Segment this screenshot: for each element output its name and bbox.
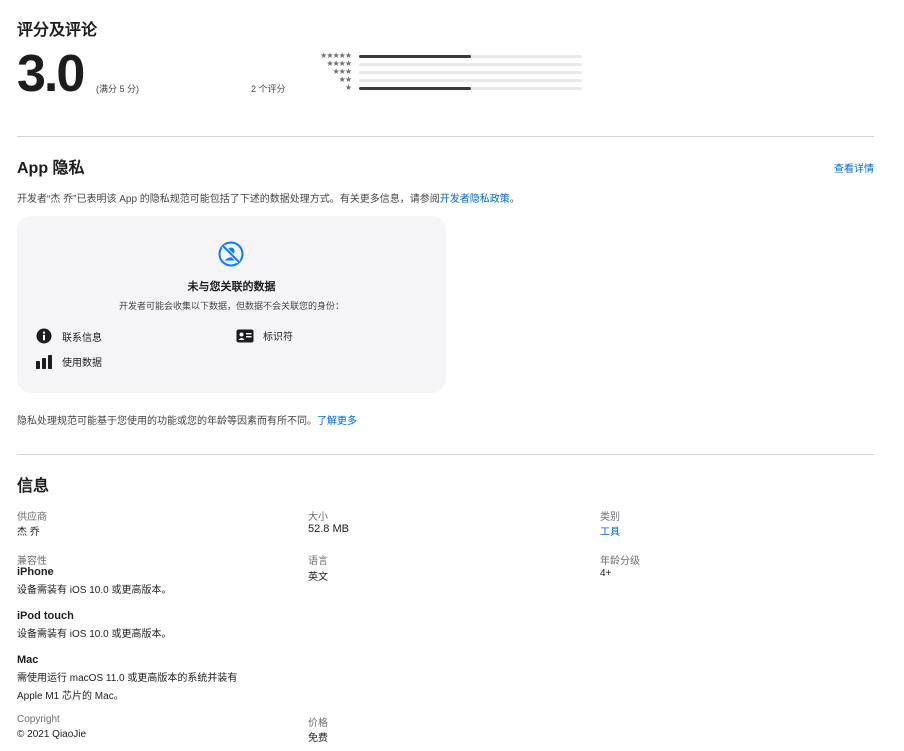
info-heading: 信息: [17, 478, 50, 495]
category-link[interactable]: 工具: [600, 523, 620, 538]
privacy-item-usage: 使用数据: [36, 354, 102, 369]
privacy-intro: 开发者“杰 乔”已表明该 App 的隐私规范可能包括了下述的数据处理方式。有关更…: [17, 190, 520, 205]
section-divider: [17, 454, 874, 455]
bar-chart-icon: [36, 354, 52, 369]
compat-requirement: 设备需装有 iOS 10.0 或更高版本。: [17, 585, 172, 596]
rating-bar: [359, 54, 582, 58]
privacy-heading: App 隐私: [17, 160, 85, 177]
privacy-details-link[interactable]: 查看详情: [834, 160, 874, 175]
privacy-item-label: 标识符: [263, 332, 293, 343]
rating-bar: [359, 78, 582, 82]
compat-requirement: 需使用运行 macOS 11.0 或更高版本的系统并装有: [17, 673, 238, 684]
price-label: 价格: [308, 718, 328, 729]
ratings-heading: 评分及评论: [17, 22, 98, 39]
star-rating-icons: ★: [344, 83, 352, 92]
privacy-footnote-text: 隐私处理规范可能基于您使用的功能或您的年龄等因素而有所不同。: [17, 416, 317, 427]
language-value: 英文: [308, 572, 328, 583]
rating-bar-fill: [359, 54, 471, 58]
rating-score: 3.0: [17, 45, 85, 103]
size-label: 大小: [308, 512, 328, 523]
privacy-card-title: 未与您关联的数据: [187, 281, 276, 293]
rating-histogram: ★★★★★ ★★★★ ★★★ ★★ ★: [303, 52, 593, 92]
privacy-intro-text: 开发者“杰 乔”已表明该 App 的隐私规范可能包括了下述的数据处理方式。有关更…: [17, 194, 440, 205]
compat-device: iPod touch: [17, 610, 74, 622]
privacy-item-identifiers: 标识符: [236, 328, 293, 343]
compat-ipod: iPod touch 设备需装有 iOS 10.0 或更高版本。: [17, 610, 171, 640]
compat-requirement: Apple M1 芯片的 Mac。: [17, 691, 124, 702]
privacy-item-label: 联系信息: [62, 332, 102, 344]
provider-value: 杰 乔: [17, 527, 40, 538]
size-value: 52.8 MB: [308, 523, 349, 535]
learn-more-link[interactable]: 了解更多: [317, 416, 357, 427]
category-label: 类别: [600, 512, 620, 523]
compat-iphone: iPhone 设备需装有 iOS 10.0 或更高版本。: [17, 566, 171, 596]
id-card-icon: [236, 329, 254, 343]
price-value: 免费: [308, 733, 328, 744]
age-rating-value: 4+: [600, 568, 612, 579]
compat-mac: Mac 需使用运行 macOS 11.0 或更高版本的系统并装有 Apple M…: [17, 654, 237, 702]
privacy-card: 未与您关联的数据 开发者可能会收集以下数据，但数据不会关联您的身份： 联系信息 …: [17, 216, 446, 393]
rating-count: 2 个评分: [251, 84, 286, 94]
developer-privacy-policy-link[interactable]: 开发者隐私政策: [440, 194, 510, 205]
compat-requirement: 设备需装有 iOS 10.0 或更高版本。: [17, 629, 172, 640]
privacy-card-subtitle: 开发者可能会收集以下数据，但数据不会关联您的身份：: [118, 301, 344, 311]
star-rating-icons: ★★: [338, 75, 352, 84]
privacy-item-contact: 联系信息: [36, 328, 102, 344]
compat-device: iPhone: [17, 566, 54, 578]
rating-histogram-row: ★: [303, 84, 593, 92]
privacy-footnote: 隐私处理规范可能基于您使用的功能或您的年龄等因素而有所不同。了解更多: [17, 412, 357, 427]
age-rating-label: 年龄分级: [600, 556, 640, 567]
privacy-intro-end: 。: [509, 194, 520, 205]
section-divider: [17, 136, 874, 137]
copyright-value: © 2021 QiaoJie: [17, 729, 87, 740]
compatibility-label: 兼容性: [17, 556, 47, 567]
privacy-item-label: 使用数据: [62, 358, 102, 369]
provider-label: 供应商: [17, 512, 47, 523]
info-icon: [36, 328, 52, 344]
compat-device: Mac: [17, 654, 39, 666]
rating-out-of: (满分 5 分): [96, 84, 140, 94]
rating-bar: [359, 86, 582, 90]
language-label: 语言: [308, 556, 328, 567]
copyright-label: Copyright: [17, 714, 60, 725]
rating-bar: [359, 62, 582, 66]
not-linked-icon: [217, 240, 245, 268]
rating-bar-fill: [359, 86, 471, 90]
rating-bar: [359, 70, 582, 74]
